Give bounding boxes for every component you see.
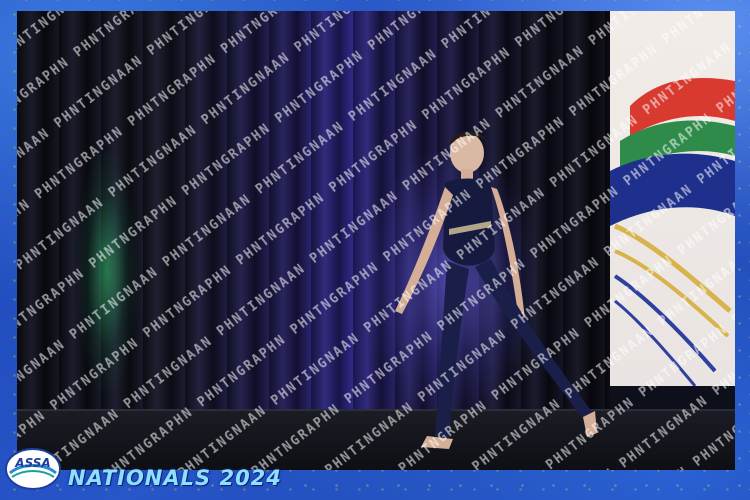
assa-logo-icon: ASSA <box>5 448 61 490</box>
photo-frame: INGNAAN PHNTNGRAPHY INGNAAN PHNTNGRAPHY … <box>0 0 750 500</box>
assa-logo: ASSA <box>4 447 62 491</box>
event-title: NATIONALS 2024 <box>68 466 282 490</box>
flag-banner-icon <box>610 78 735 387</box>
flag-banner <box>610 11 735 387</box>
logo-text: ASSA <box>14 456 50 470</box>
green-stage-light <box>77 151 137 391</box>
dancer-figure <box>395 131 597 449</box>
stage-photo: INGNAAN PHNTNGRAPHY INGNAAN PHNTNGRAPHY <box>17 11 735 470</box>
